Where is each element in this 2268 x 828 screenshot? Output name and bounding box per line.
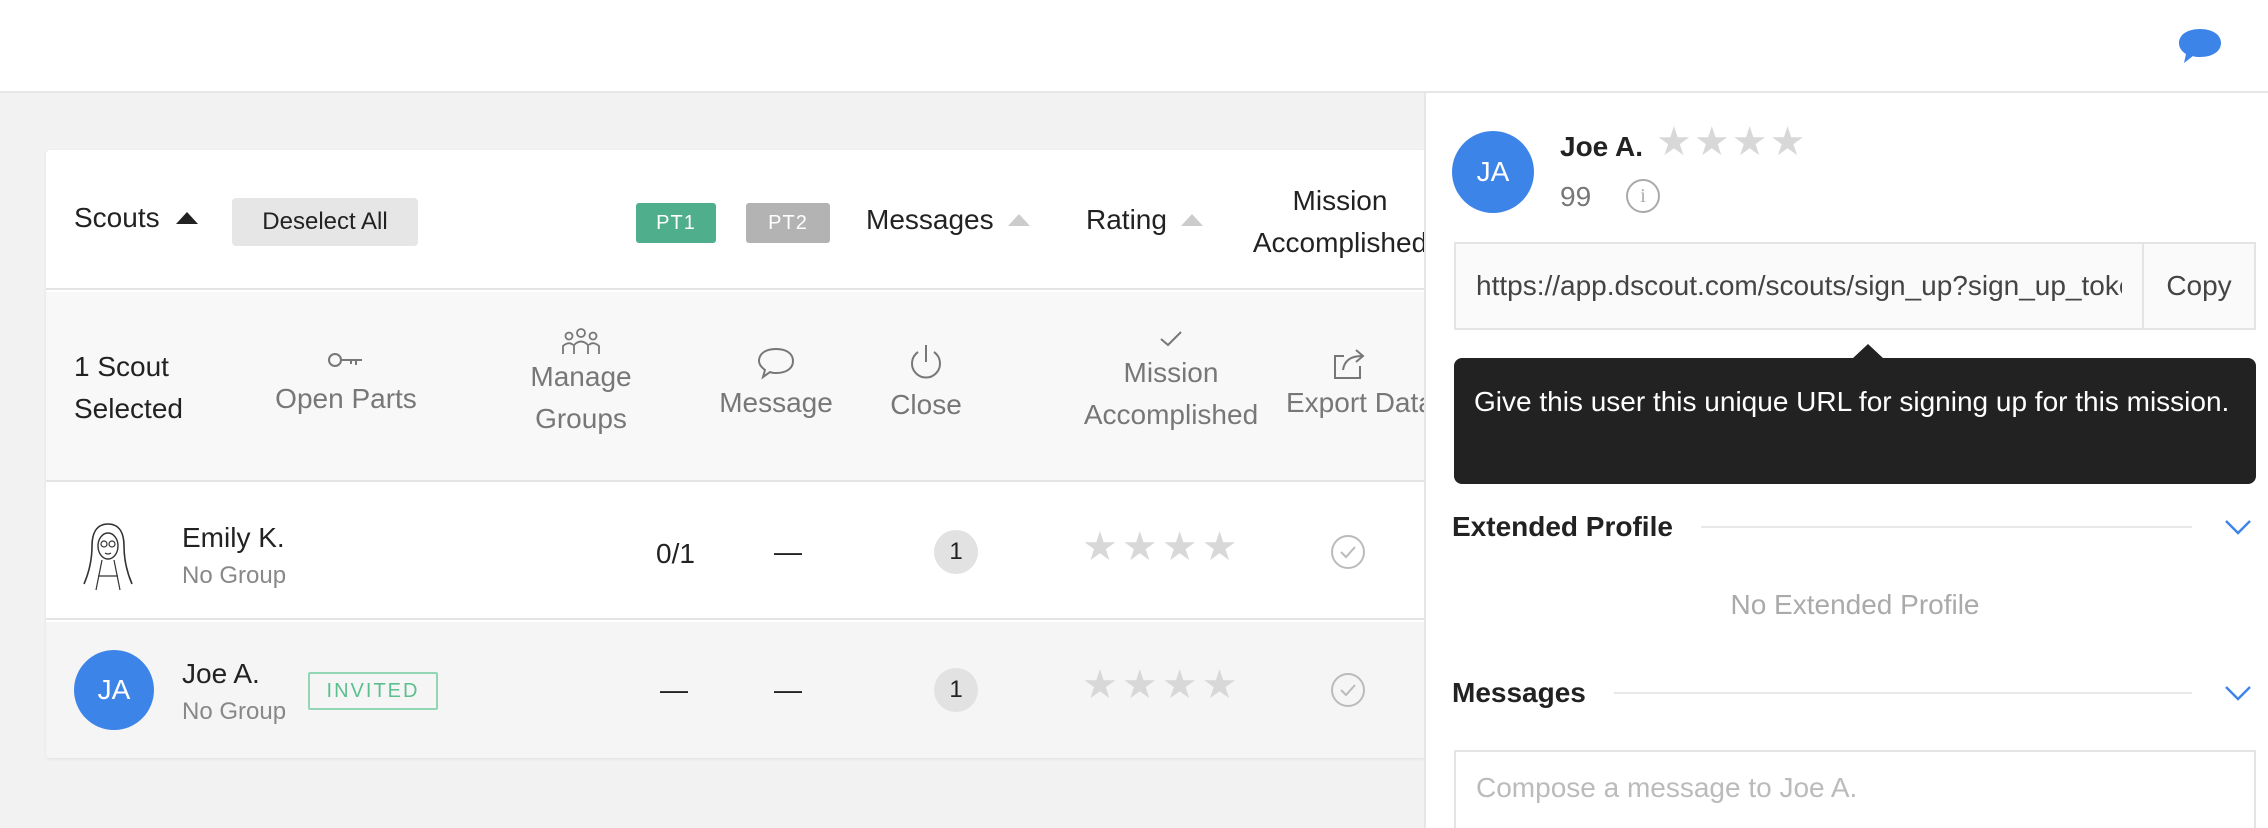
- message-count-badge[interactable]: 1: [934, 668, 978, 712]
- bulk-actions-bar: 1 Scout Selected Open Parts Manage Group…: [46, 292, 1426, 482]
- rating-stars[interactable]: ★★★★: [1656, 119, 1807, 165]
- invited-status-badge: INVITED: [308, 672, 438, 710]
- manage-groups-label: Manage Groups: [530, 361, 632, 434]
- mission-check-icon[interactable]: [1330, 672, 1366, 708]
- pt1-column-header[interactable]: PT1: [636, 203, 716, 243]
- scout-group: No Group: [182, 698, 287, 725]
- signup-url-field: Copy: [1454, 242, 2256, 330]
- mission-accomplished-header[interactable]: Mission Accomplished: [1250, 180, 1426, 264]
- table-row[interactable]: Emily K. No Group 0/1 — 1 ★★★★: [46, 484, 1426, 620]
- signup-url-input[interactable]: [1456, 244, 2142, 328]
- scout-name[interactable]: Emily K.: [182, 522, 285, 554]
- no-extended-profile-text: No Extended Profile: [1730, 589, 1980, 620]
- pt1-progress: —: [660, 674, 688, 705]
- scouts-header-label: Scouts: [74, 202, 160, 233]
- sort-caret-icon: [175, 212, 198, 224]
- power-icon: [911, 345, 941, 379]
- messages-section-title: Messages: [1452, 677, 1586, 708]
- scout-name: Joe A.: [1560, 131, 1643, 162]
- extended-profile-section-header[interactable]: Extended Profile: [1452, 511, 2252, 543]
- scouts-sort-header[interactable]: Scouts: [74, 202, 198, 234]
- export-data-label: Export Data: [1286, 387, 1426, 418]
- tooltip-text: Give this user this unique URL for signi…: [1474, 386, 2230, 417]
- scout-group: No Group: [182, 562, 287, 589]
- table-row[interactable]: JA Joe A. No Group INVITED — — 1 ★★★★: [46, 622, 1426, 758]
- mission-header-line1: Mission: [1292, 185, 1388, 216]
- sort-caret-icon: [1007, 214, 1030, 226]
- key-icon: [328, 353, 362, 367]
- manage-groups-action[interactable]: Manage Groups: [506, 326, 656, 440]
- info-icon[interactable]: i: [1626, 179, 1660, 213]
- mission-header-line2: Accomplished: [1252, 227, 1426, 258]
- chat-icon[interactable]: [2176, 26, 2224, 66]
- rating-sort-header[interactable]: Rating: [1086, 204, 1203, 236]
- close-action[interactable]: Close: [866, 342, 986, 426]
- divider: [1700, 526, 2192, 528]
- divider: [1613, 692, 2192, 694]
- mission-accomplished-action[interactable]: Mission Accomplished: [1046, 328, 1296, 436]
- pt2-progress: —: [774, 674, 802, 705]
- extended-profile-title: Extended Profile: [1452, 511, 1673, 542]
- pt2-column-header[interactable]: PT2: [746, 203, 830, 243]
- message-label: Message: [719, 387, 833, 418]
- messages-section-header[interactable]: Messages: [1452, 677, 2252, 709]
- scout-detail-panel: JA Joe A. ★★★★ 99 i Copy Give this user …: [1424, 93, 2268, 828]
- compose-message-input[interactable]: [1454, 750, 2256, 828]
- table-header: Scouts Deselect All PT1 PT2 Messages Rat…: [46, 150, 1426, 290]
- open-parts-action[interactable]: Open Parts: [266, 348, 426, 420]
- close-label: Close: [890, 389, 962, 420]
- mission-accomplished-label: Mission Accomplished: [1083, 357, 1259, 430]
- checkmark-icon: [1160, 331, 1182, 347]
- rating-stars[interactable]: ★★★★: [1082, 662, 1241, 708]
- rating-header-label: Rating: [1086, 204, 1167, 235]
- pt2-progress: —: [774, 536, 802, 567]
- group-icon: [562, 328, 600, 354]
- messages-header-label: Messages: [866, 204, 994, 235]
- avatar: JA: [74, 650, 154, 730]
- open-parts-label: Open Parts: [275, 383, 417, 414]
- selection-count: 1 Scout Selected: [74, 351, 183, 424]
- scout-name[interactable]: Joe A.: [182, 658, 260, 690]
- top-bar: [0, 0, 2268, 93]
- copy-button[interactable]: Copy: [2142, 244, 2254, 328]
- chevron-down-icon[interactable]: [2224, 518, 2252, 536]
- pt1-progress: 0/1: [656, 538, 695, 569]
- messages-sort-header[interactable]: Messages: [866, 204, 1030, 236]
- deselect-all-button[interactable]: Deselect All: [232, 198, 418, 246]
- speech-bubble-icon: [757, 347, 795, 380]
- mission-check-icon[interactable]: [1330, 534, 1366, 570]
- rating-stars[interactable]: ★★★★: [1082, 524, 1241, 570]
- message-action[interactable]: Message: [696, 346, 856, 424]
- tooltip-arrow: [1852, 344, 1884, 359]
- signup-url-tooltip: Give this user this unique URL for signi…: [1454, 344, 2256, 484]
- message-count-badge[interactable]: 1: [934, 530, 978, 574]
- share-export-icon: [1334, 349, 1365, 379]
- avatar: [83, 523, 133, 591]
- export-data-action[interactable]: Export Data: [1286, 344, 1426, 424]
- chevron-down-icon[interactable]: [2224, 684, 2252, 702]
- scout-score: 99: [1560, 181, 1592, 212]
- scouts-table-card: Scouts Deselect All PT1 PT2 Messages Rat…: [46, 150, 1426, 758]
- sort-caret-icon: [1180, 214, 1203, 226]
- avatar: JA: [1452, 131, 1534, 213]
